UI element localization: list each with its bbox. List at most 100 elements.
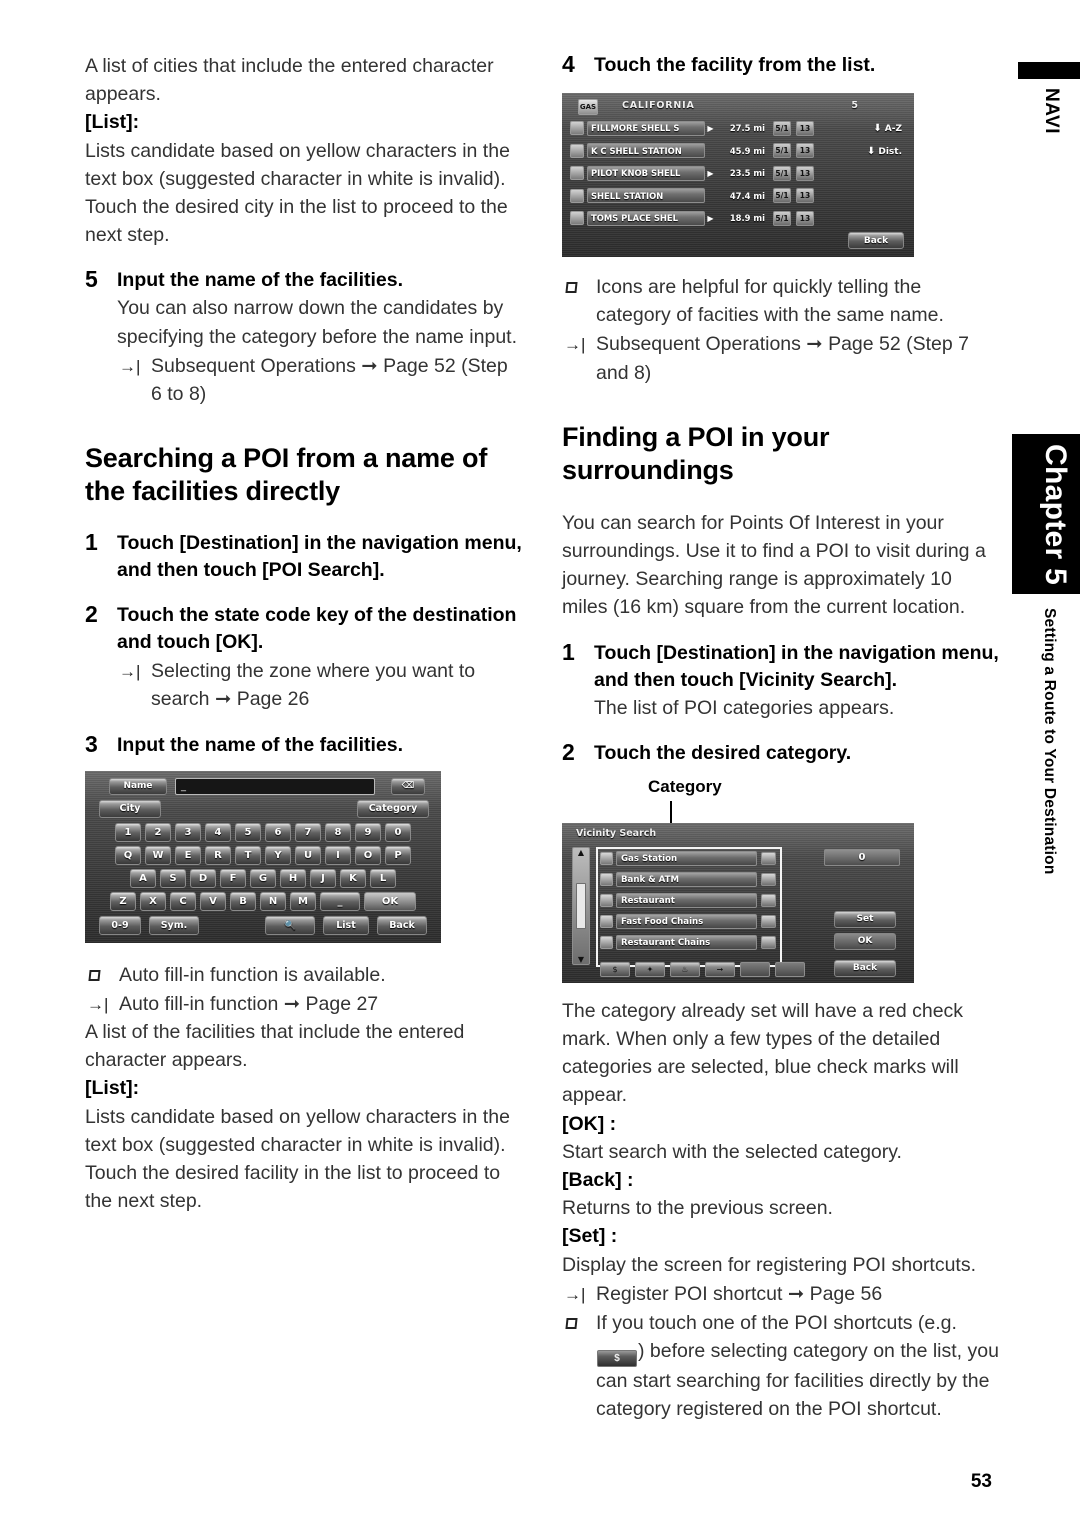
category-row[interactable]: Restaurant Chains <box>600 935 778 951</box>
category-name[interactable]: Gas Station <box>616 851 757 867</box>
key-0[interactable]: 0 <box>385 822 411 842</box>
category-name[interactable]: Restaurant <box>616 893 757 909</box>
chapter-label: Chapter 5 <box>1039 444 1072 586</box>
facility-back-button[interactable]: Back <box>848 232 904 249</box>
poi-shortcut-6[interactable] <box>775 961 805 977</box>
key-3[interactable]: 3 <box>175 822 201 842</box>
key-Q[interactable]: Q <box>115 845 141 865</box>
note-icons: Icons are helpful for quickly telling th… <box>562 273 999 329</box>
facility-tag-2: 13 <box>796 165 814 181</box>
scroll-down-icon[interactable]: ▼ <box>578 955 584 964</box>
category-row[interactable]: Fast Food Chains <box>600 914 778 930</box>
key-8[interactable]: 8 <box>325 822 351 842</box>
facility-row[interactable]: TOMS PLACE SHEL ▶ 18.9 mi 5/1 13 <box>570 209 814 227</box>
category-button[interactable]: Category <box>357 799 429 818</box>
category-row[interactable]: Restaurant <box>600 893 778 909</box>
category-name[interactable]: Bank & ATM <box>616 872 757 888</box>
note-subsequent-text: Subsequent Operations ➞ Page 52 (Step 7 … <box>596 333 970 384</box>
symbol-key[interactable]: Sym. <box>149 915 199 935</box>
category-name[interactable]: Restaurant Chains <box>616 935 757 951</box>
scroll-thumb[interactable] <box>576 882 586 929</box>
city-button[interactable]: City <box>99 799 161 818</box>
facility-name[interactable]: K C SHELL STATION <box>587 143 705 158</box>
key-O[interactable]: O <box>355 845 381 865</box>
search-icon[interactable]: 🔍 <box>265 915 315 935</box>
name-label-button[interactable]: Name <box>109 777 167 795</box>
step-5-number: 5 <box>85 266 98 293</box>
key-G[interactable]: G <box>250 868 276 888</box>
space-key[interactable]: _ <box>320 891 360 911</box>
key-T[interactable]: T <box>235 845 261 865</box>
key-E[interactable]: E <box>175 845 201 865</box>
key-F[interactable]: F <box>220 868 246 888</box>
category-checkbox[interactable] <box>761 936 776 950</box>
back-button[interactable]: Back <box>377 915 427 935</box>
keyboard-bottom-row: 0-9 Sym. 🔍 List Back <box>85 915 441 935</box>
facility-row[interactable]: K C SHELL STATION 45.9 mi 5/1 13 <box>570 142 814 160</box>
facility-row[interactable]: FILLMORE SHELL S ▶ 27.5 mi 5/1 13 <box>570 119 814 137</box>
category-checkbox[interactable] <box>761 915 776 929</box>
numeric-mode-key[interactable]: 0-9 <box>99 915 141 935</box>
facility-name[interactable]: FILLMORE SHELL S <box>587 120 705 136</box>
key-N[interactable]: N <box>260 891 286 911</box>
category-row[interactable]: Gas Station <box>600 851 778 867</box>
poi-shortcut-2[interactable]: ✦ <box>635 961 665 977</box>
poi-shortcut-icon: $ <box>597 1350 637 1368</box>
note-icons-text: Icons are helpful for quickly telling th… <box>596 276 944 327</box>
back-button[interactable]: Back <box>834 959 896 977</box>
key-J[interactable]: J <box>310 868 336 888</box>
key-9[interactable]: 9 <box>355 822 381 842</box>
category-checkbox[interactable] <box>761 873 776 887</box>
set-button[interactable]: Set <box>834 910 896 928</box>
key-2[interactable]: 2 <box>145 822 171 842</box>
key-V[interactable]: V <box>200 891 226 911</box>
key-1[interactable]: 1 <box>115 822 141 842</box>
key-L[interactable]: L <box>370 868 396 888</box>
scroll-up-icon[interactable]: ▲ <box>578 848 584 857</box>
key-B[interactable]: B <box>230 891 256 911</box>
facility-name[interactable]: TOMS PLACE SHEL <box>587 210 705 226</box>
key-R[interactable]: R <box>205 845 231 865</box>
facility-name[interactable]: SHELL STATION <box>587 188 705 203</box>
poi-shortcut-4[interactable]: ➞ <box>705 961 735 977</box>
key-I[interactable]: I <box>325 845 351 865</box>
key-X[interactable]: X <box>140 891 166 911</box>
key-P[interactable]: P <box>385 845 411 865</box>
backspace-icon[interactable]: ⌫ <box>391 777 425 795</box>
category-checkbox[interactable] <box>761 852 776 866</box>
key-D[interactable]: D <box>190 868 216 888</box>
key-W[interactable]: W <box>145 845 171 865</box>
key-U[interactable]: U <box>295 845 321 865</box>
scroll-text-icon: ▶ <box>707 123 714 133</box>
key-5[interactable]: 5 <box>235 822 261 842</box>
key-Z[interactable]: Z <box>110 891 136 911</box>
category-icon <box>600 915 613 929</box>
sort-az-button[interactable]: ⬇ A-Z <box>873 123 902 134</box>
key-6[interactable]: 6 <box>265 822 291 842</box>
key-K[interactable]: K <box>340 868 366 888</box>
category-checkbox[interactable] <box>761 894 776 908</box>
facility-name[interactable]: PILOT KNOB SHELL <box>587 165 705 181</box>
key-M[interactable]: M <box>290 891 316 911</box>
category-row[interactable]: Bank & ATM <box>600 872 778 888</box>
name-input-field[interactable]: _ <box>175 777 375 795</box>
key-A[interactable]: A <box>130 868 156 888</box>
key-4[interactable]: 4 <box>205 822 231 842</box>
list-button[interactable]: List <box>323 915 369 935</box>
sort-dist-button[interactable]: ⬇ Dist. <box>867 146 902 157</box>
facilities-paragraph: A list of the facilities that include th… <box>85 1021 465 1072</box>
scrollbar[interactable]: ▲ ▼ <box>572 846 590 965</box>
poi-shortcut-3[interactable]: ♨ <box>670 961 700 977</box>
poi-shortcut-5[interactable] <box>740 961 770 977</box>
key-Y[interactable]: Y <box>265 845 291 865</box>
facility-row[interactable]: SHELL STATION 47.4 mi 5/1 13 <box>570 187 814 205</box>
facility-row[interactable]: PILOT KNOB SHELL ▶ 23.5 mi 5/1 13 <box>570 164 814 182</box>
key-C[interactable]: C <box>170 891 196 911</box>
ok-key[interactable]: OK <box>364 891 416 911</box>
poi-shortcut-1[interactable]: $ <box>600 961 630 977</box>
category-name[interactable]: Fast Food Chains <box>616 914 757 930</box>
key-H[interactable]: H <box>280 868 306 888</box>
ok-button[interactable]: OK <box>834 932 896 950</box>
key-S[interactable]: S <box>160 868 186 888</box>
key-7[interactable]: 7 <box>295 822 321 842</box>
